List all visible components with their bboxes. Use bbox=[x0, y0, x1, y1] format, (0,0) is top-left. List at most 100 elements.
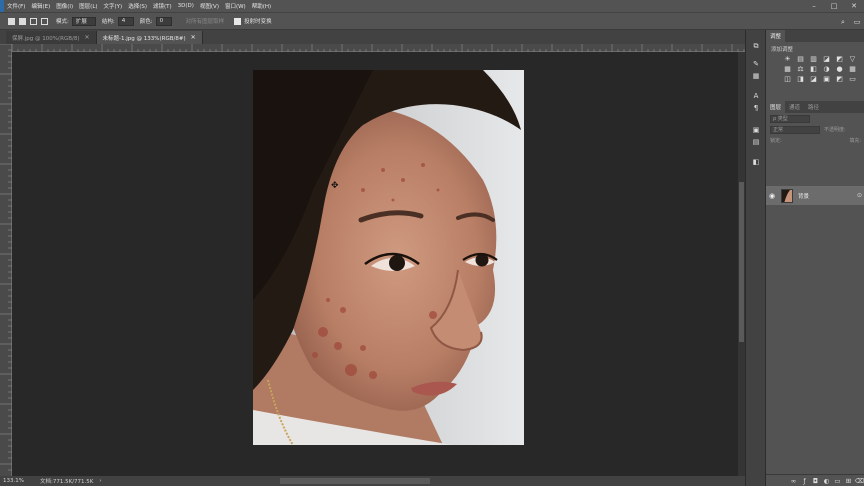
status-menu-arrow[interactable]: › bbox=[99, 478, 101, 484]
close-icon[interactable]: ✕ bbox=[191, 34, 196, 41]
layers-icon[interactable]: ◧ bbox=[751, 158, 761, 166]
menu-image[interactable]: 图像(I) bbox=[53, 2, 76, 10]
new-group-icon[interactable]: ▭ bbox=[832, 477, 843, 485]
adjustments-tabs: 调整 bbox=[766, 30, 864, 42]
curves-icon[interactable]: ▥ bbox=[809, 56, 818, 63]
structure-input[interactable]: 4 bbox=[117, 16, 134, 26]
visibility-eye-icon[interactable]: ◉ bbox=[766, 192, 778, 200]
menu-view[interactable]: 视图(V) bbox=[197, 2, 222, 10]
cursor-icon: ✥ bbox=[331, 181, 339, 191]
layer-name: 背景 bbox=[798, 193, 810, 200]
document-image[interactable] bbox=[253, 70, 524, 445]
black-white-icon[interactable]: ◧ bbox=[809, 66, 818, 73]
status-bar: 133.1% 文档:771.5K/771.5K › bbox=[0, 476, 745, 486]
fill-label: 填充: bbox=[849, 138, 861, 144]
layer-background[interactable]: ◉ 背景 ⊙ bbox=[766, 186, 864, 205]
color-lookup-icon[interactable]: ▦ bbox=[848, 66, 857, 73]
maximize-button[interactable]: □ bbox=[824, 0, 844, 12]
swatches-icon[interactable]: ▦ bbox=[751, 72, 761, 80]
new-layer-icon[interactable]: ⊞ bbox=[843, 477, 854, 485]
tab-adjustments[interactable]: 调整 bbox=[766, 30, 786, 42]
layer-thumbnail bbox=[781, 188, 793, 203]
ruler-vertical-ticks bbox=[0, 43, 12, 471]
close-icon[interactable]: ✕ bbox=[84, 34, 89, 41]
menu-help[interactable]: 帮助(H) bbox=[249, 2, 274, 10]
layer-style-icon[interactable]: ƒ bbox=[799, 477, 810, 485]
panel-icon-strip: ⧉ ✎ ▦ A ¶ ▣ ▤ ◧ bbox=[745, 30, 765, 486]
opacity-label: 不透明度: bbox=[824, 127, 846, 133]
zoom-level[interactable]: 133.1% bbox=[0, 478, 30, 484]
menu-edit[interactable]: 编辑(E) bbox=[28, 2, 53, 10]
menu-type[interactable]: 文字(Y) bbox=[101, 2, 126, 10]
tab-label: 保屏.jpg @ 100%(RGB/8) bbox=[12, 35, 80, 42]
brush-icon[interactable]: ✎ bbox=[751, 60, 761, 68]
layers-tabs: 图层 通道 路径 bbox=[766, 101, 864, 113]
new-adjustment-icon[interactable]: ◐ bbox=[821, 477, 832, 485]
add-adjustment-title: 添加调整 bbox=[771, 47, 794, 53]
ruler-horizontal[interactable] bbox=[11, 44, 745, 52]
photo-filter-icon[interactable]: ◑ bbox=[822, 66, 831, 73]
shadows-icon[interactable]: ▭ bbox=[848, 76, 857, 83]
right-panel: 调整 添加调整 ☀ ▤ ▥ ◪ ◩ ▽ ▦ ⚖ ◧ ◑ ● ▦ ◫ ◨ ◪ ▣ … bbox=[765, 30, 864, 486]
options-right-icons: ⌕ ▭ bbox=[836, 13, 864, 31]
levels-icon[interactable]: ▤ bbox=[796, 56, 805, 63]
menu-select[interactable]: 选择(S) bbox=[125, 2, 150, 10]
intersect-selection-icon[interactable] bbox=[41, 17, 48, 25]
tab-document-2[interactable]: 未标题-1.jpg @ 133%(RGB/8#) ✕ bbox=[96, 31, 203, 44]
tab-channels[interactable]: 通道 bbox=[785, 101, 804, 113]
search-icon[interactable]: ⌕ bbox=[836, 18, 850, 27]
hue-saturation-icon[interactable]: ▦ bbox=[783, 66, 792, 73]
tab-layers[interactable]: 图层 bbox=[766, 101, 786, 113]
threshold-icon[interactable]: ◪ bbox=[809, 76, 818, 83]
layer-kind-filter[interactable]: ρ 类型 bbox=[770, 114, 810, 123]
character-icon[interactable]: A bbox=[751, 92, 761, 100]
horizontal-scrollbar-thumb[interactable] bbox=[280, 478, 430, 484]
paragraph-icon[interactable]: ¶ bbox=[751, 104, 761, 112]
menu-3d[interactable]: 3D(D) bbox=[175, 3, 197, 9]
close-button[interactable]: ✕ bbox=[844, 0, 864, 12]
structure-label: 结构: bbox=[101, 19, 115, 25]
menu-filter[interactable]: 滤镜(T) bbox=[150, 2, 175, 10]
link-layers-icon[interactable]: ∞ bbox=[788, 477, 799, 485]
posterize-icon[interactable]: ◨ bbox=[796, 76, 805, 83]
options-bar: 模式: 扩展 结构: 4 颜色: 0 对所有图层取样 投射时变换 ⌕ ▭ bbox=[0, 12, 864, 30]
gradient-map-icon[interactable]: ◩ bbox=[835, 76, 844, 83]
lock-row: 锁定: 填充: bbox=[766, 135, 864, 146]
mode-label: 模式: bbox=[56, 19, 69, 25]
add-selection-icon[interactable] bbox=[19, 17, 26, 25]
invert-icon[interactable]: ◫ bbox=[783, 76, 792, 83]
tab-document-1[interactable]: 保屏.jpg @ 100%(RGB/8) ✕ bbox=[6, 31, 97, 44]
workspace-icon[interactable]: ▭ bbox=[850, 18, 864, 26]
lock-label: 锁定: bbox=[770, 138, 782, 144]
channel-mixer-icon[interactable]: ● bbox=[835, 66, 844, 73]
notes-icon[interactable]: ▤ bbox=[751, 138, 761, 146]
color-balance-icon[interactable]: ⚖ bbox=[796, 66, 805, 73]
history-icon[interactable]: ⧉ bbox=[751, 42, 761, 50]
ruler-vertical[interactable] bbox=[0, 43, 12, 476]
selective-color-icon[interactable]: ▣ bbox=[822, 76, 831, 83]
subtract-selection-icon[interactable] bbox=[30, 17, 37, 25]
sample-all-layers-label[interactable]: 对所有图层取样 bbox=[186, 17, 225, 25]
gradient-icon[interactable]: ▽ bbox=[848, 56, 857, 63]
menu-window[interactable]: 窗口(W) bbox=[222, 2, 249, 10]
delete-layer-icon[interactable]: ⌫ bbox=[854, 477, 864, 485]
mode-select[interactable]: 扩展 bbox=[71, 16, 96, 26]
adjustment-icon-grid: ☀ ▤ ▥ ◪ ◩ ▽ ▦ ⚖ ◧ ◑ ● ▦ ◫ ◨ ◪ ▣ ◩ ▭ bbox=[766, 56, 864, 83]
vibrance-icon[interactable]: ◩ bbox=[835, 56, 844, 63]
menu-bar: 文件(F) 编辑(E) 图像(I) 图层(L) 文字(Y) 选择(S) 滤镜(T… bbox=[0, 0, 864, 12]
vertical-scrollbar[interactable] bbox=[738, 52, 745, 476]
add-mask-icon[interactable]: ◘ bbox=[810, 477, 821, 485]
exposure-icon[interactable]: ◪ bbox=[822, 56, 831, 63]
properties-icon[interactable]: ▣ bbox=[751, 126, 761, 134]
brightness-icon[interactable]: ☀ bbox=[783, 56, 792, 63]
minimize-button[interactable]: – bbox=[804, 0, 824, 12]
menu-file[interactable]: 文件(F) bbox=[4, 2, 28, 10]
transform-checkbox[interactable] bbox=[234, 17, 242, 25]
tab-paths[interactable]: 路径 bbox=[804, 101, 823, 113]
new-selection-icon[interactable] bbox=[8, 17, 15, 25]
color-input[interactable]: 0 bbox=[155, 16, 172, 26]
blend-mode-select[interactable]: 正常 bbox=[770, 125, 820, 134]
menu-layer[interactable]: 图层(L) bbox=[76, 2, 100, 10]
scrollbar-thumb[interactable] bbox=[739, 182, 744, 342]
ruler-horizontal-ticks bbox=[11, 44, 745, 52]
